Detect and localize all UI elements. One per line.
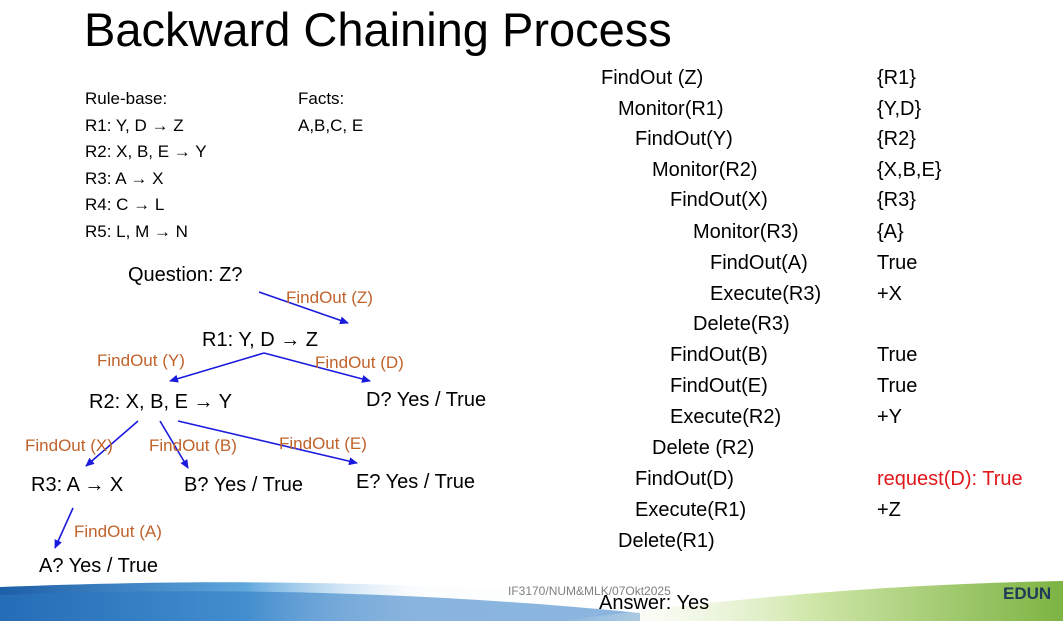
answer-node-b: B? Yes / True: [184, 474, 303, 496]
trace-result: True: [877, 344, 918, 366]
trace-result: +Z: [877, 499, 901, 521]
edge-findout-a: [54, 507, 74, 549]
trace-result: True: [877, 375, 918, 397]
answer-node-d: D? Yes / True: [366, 389, 487, 411]
trace-step: FindOut(Y): [635, 128, 733, 150]
trace-result: {A}: [877, 221, 904, 243]
rule-node-r1: R1: Y, D → Z: [202, 329, 318, 351]
trace-result: {R3}: [877, 189, 916, 211]
trace-step: FindOut(B): [670, 344, 768, 366]
edge-label-findout-y: FindOut (Y): [97, 351, 185, 370]
trace-step: FindOut(X): [670, 189, 768, 211]
edge-label-findout-e: FindOut (E): [279, 434, 367, 453]
trace-step: Execute(R1): [635, 499, 747, 521]
trace-step: FindOut(A): [710, 252, 808, 274]
trace-step: Execute(R3): [710, 283, 822, 305]
trace-step: FindOut(D): [635, 468, 734, 490]
trace-step: Execute(R2): [670, 406, 782, 428]
answer-text: Answer: Yes: [599, 592, 710, 614]
edge-label-findout-a: FindOut (A): [74, 522, 162, 541]
trace-step: Delete (R2): [652, 437, 755, 459]
edge-label-findout-x: FindOut (X): [25, 436, 113, 455]
trace-result: {R1}: [877, 67, 916, 89]
trace-result: {R2}: [877, 128, 916, 150]
edge-label-findout-d: FindOut (D): [315, 353, 404, 372]
trace-result: {X,B,E}: [877, 159, 942, 181]
trace-result: +X: [877, 283, 903, 305]
trace-result: True: [877, 252, 918, 274]
trace-step: Monitor(R1): [618, 98, 724, 120]
trace-step: Delete(R3): [693, 313, 790, 335]
edge-label-findout-b: FindOut (B): [149, 436, 237, 455]
rule-node-r3: R3: A → X: [31, 474, 124, 496]
edge-label-findout-z: FindOut (Z): [286, 288, 373, 307]
trace-step: Delete(R1): [618, 530, 715, 552]
trace-step: FindOut (Z): [601, 67, 704, 89]
trace-result: {Y,D}: [877, 98, 922, 120]
trace-step: FindOut(E): [670, 375, 768, 397]
trace-result-highlight: request(D): True: [877, 468, 1023, 490]
trace-result: +Y: [877, 406, 903, 428]
brand-logo: EDUN: [1003, 584, 1052, 603]
question-node: Question: Z?: [128, 264, 243, 286]
answer-node-e: E? Yes / True: [356, 471, 475, 493]
trace-step: Monitor(R3): [693, 221, 799, 243]
trace-step: Monitor(R2): [652, 159, 758, 181]
rule-node-r2: R2: X, B, E → Y: [89, 391, 233, 413]
